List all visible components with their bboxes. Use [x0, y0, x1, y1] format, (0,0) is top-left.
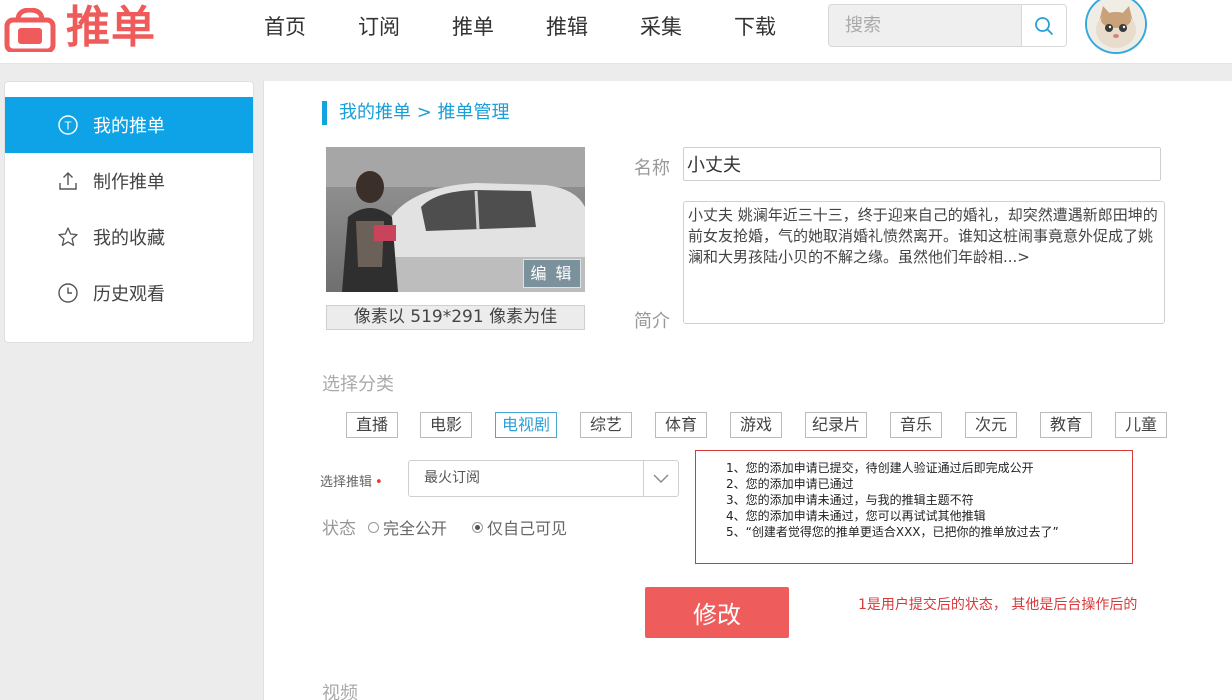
name-input[interactable] [683, 147, 1161, 181]
nav-subscribe[interactable]: 订阅 [332, 0, 426, 54]
sidebar: T 我的推单 制作推单 我的收藏 历史观看 [4, 81, 254, 343]
note-line: 2、您的添加申请已通过 [726, 477, 854, 491]
category-movie[interactable]: 电影 [420, 412, 472, 438]
radio-label: 完全公开 [383, 519, 448, 538]
video-label: 视频 [322, 683, 358, 700]
category-anime[interactable]: 次元 [965, 412, 1017, 438]
category-documentary[interactable]: 纪录片 [805, 412, 867, 438]
album-label-text: 选择推辑 [320, 475, 373, 490]
sidebar-item-label: 历史观看 [93, 284, 165, 305]
status-notes-box: 1、您的添加申请已提交，待创建人验证通过后即完成公开 2、您的添加申请已通过 3… [695, 450, 1133, 564]
search-input[interactable] [829, 5, 1022, 46]
radio-selected-icon [472, 521, 483, 533]
category-kids[interactable]: 儿童 [1115, 412, 1167, 438]
nav-home[interactable]: 首页 [238, 0, 332, 54]
category-variety[interactable]: 综艺 [580, 412, 632, 438]
sidebar-item-label: 我的收藏 [93, 228, 165, 249]
sidebar-item-my-push[interactable]: T 我的推单 [5, 97, 253, 153]
breadcrumb-separator: > [411, 102, 438, 123]
album-label: 选择推辑 • [320, 471, 383, 490]
status-label: 状态 [322, 519, 356, 539]
logo-text: 推单 [66, 2, 156, 53]
search-button[interactable] [1021, 5, 1066, 46]
radio-circle-icon [368, 521, 379, 533]
category-games[interactable]: 游戏 [730, 412, 782, 438]
nav-download[interactable]: 下载 [708, 0, 802, 54]
annotation-note: 1是用户提交后的状态， 其他是后台操作后的 [858, 597, 1138, 613]
note-line: 3、您的添加申请未通过，与我的推辑主题不符 [726, 493, 974, 507]
search-box [828, 4, 1067, 47]
main-panel: 我的推单 > 推单管理 编 辑 像素以 519*291 像素为佳 名称 小丈夫 … [263, 81, 1232, 700]
note-line: 4、您的添加申请未通过，您可以再试试其他推辑 [726, 509, 986, 523]
name-label: 名称 [634, 158, 670, 179]
breadcrumb: 我的推单 > 推单管理 [322, 101, 510, 125]
required-mark: • [375, 475, 383, 490]
cover-image: 编 辑 [326, 147, 585, 292]
note-line: 1、您的添加申请已提交，待创建人验证通过后即完成公开 [726, 461, 1034, 475]
cover-size-tip: 像素以 519*291 像素为佳 [326, 305, 585, 330]
cover-edit-button[interactable]: 编 辑 [523, 259, 581, 288]
radio-label: 仅自己可见 [487, 519, 568, 538]
search-icon [1035, 16, 1053, 35]
category-education[interactable]: 教育 [1040, 412, 1092, 438]
album-select-value: 最火订阅 [424, 470, 480, 486]
t-circle-icon: T [57, 114, 79, 136]
main-nav: 首页 订阅 推单 推辑 采集 下载 [238, 0, 802, 54]
intro-label: 简介 [634, 311, 670, 332]
sidebar-item-label: 我的推单 [93, 116, 165, 137]
category-music[interactable]: 音乐 [890, 412, 942, 438]
category-tv-series[interactable]: 电视剧 [495, 412, 557, 438]
svg-text:T: T [64, 120, 72, 133]
sidebar-item-favorites[interactable]: 我的收藏 [5, 209, 253, 265]
chevron-down-icon[interactable] [643, 461, 678, 496]
nav-push-list[interactable]: 推单 [426, 0, 520, 54]
upload-icon [57, 170, 79, 192]
status-private-radio[interactable]: 仅自己可见 [472, 515, 567, 539]
category-live[interactable]: 直播 [346, 412, 398, 438]
nav-push-album[interactable]: 推辑 [520, 0, 614, 54]
album-select[interactable]: 最火订阅 [408, 460, 679, 497]
shopping-bag-logo-icon [4, 8, 56, 52]
breadcrumb-root[interactable]: 我的推单 [339, 102, 411, 123]
sidebar-item-history[interactable]: 历史观看 [5, 265, 253, 321]
top-header: 推单 首页 订阅 推单 推辑 采集 下载 [0, 0, 1232, 64]
clock-icon [57, 282, 79, 304]
breadcrumb-current: 推单管理 [437, 102, 510, 123]
modify-button[interactable]: 修改 [645, 587, 789, 638]
site-logo[interactable]: 推单 [2, 2, 182, 54]
status-public-radio[interactable]: 完全公开 [368, 515, 447, 539]
nav-collect[interactable]: 采集 [614, 0, 708, 54]
category-sports[interactable]: 体育 [655, 412, 707, 438]
note-line: 5、“创建者觉得您的推单更适合XXX，已把你的推单放过去了” [726, 525, 1059, 539]
star-icon [57, 226, 79, 248]
user-avatar[interactable] [1085, 0, 1147, 54]
category-label: 选择分类 [322, 374, 394, 395]
intro-textarea[interactable]: 小丈夫 姚澜年近三十三，终于迎来自己的婚礼，却突然遭遇新郎田坤的前女友抢婚，气的… [683, 201, 1165, 324]
sidebar-item-label: 制作推单 [93, 172, 165, 193]
category-list: 直播 电影 电视剧 综艺 体育 游戏 纪录片 音乐 次元 教育 儿童 [346, 412, 1176, 440]
sidebar-item-create-push[interactable]: 制作推单 [5, 153, 253, 209]
cat-avatar-icon [1087, 0, 1145, 52]
